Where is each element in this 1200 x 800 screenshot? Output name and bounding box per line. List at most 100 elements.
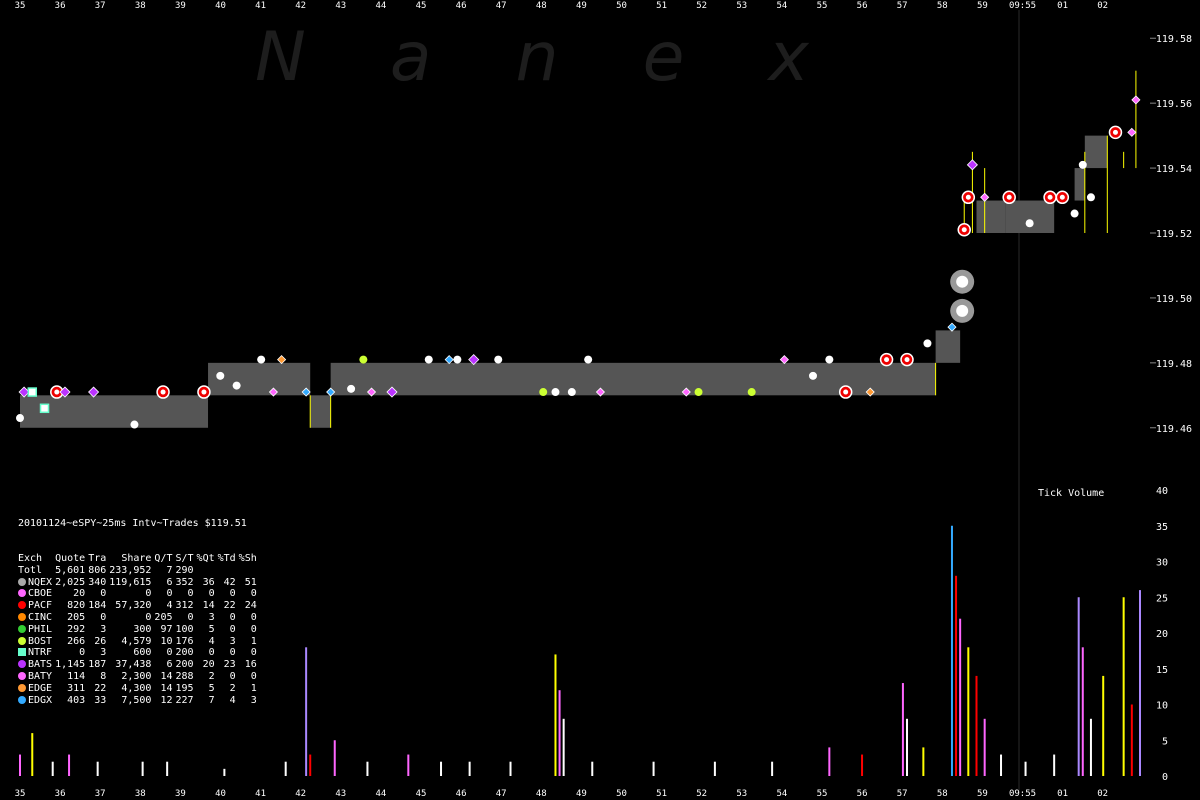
volume-tick-label: 15 (1156, 665, 1168, 676)
trade-marker-edgx (444, 355, 454, 365)
stats-col-pct-qt: %Qt (196, 552, 215, 564)
x-tick-top: 46 (456, 1, 467, 11)
trade-marker-nqex (808, 371, 817, 380)
stats-exchange: BATY (18, 671, 55, 683)
trade-marker-bost (694, 388, 703, 397)
x-tick-top: 48 (536, 1, 547, 11)
trade-marker-nqex (923, 339, 932, 348)
stats-panel: 20101124~eSPY~25ms Intv~Trades $119.51 E… (18, 494, 260, 718)
stats-cell-share: 0 (145, 588, 152, 600)
x-tick-top: 01 (1057, 1, 1068, 11)
stats-col-q-t: Q/T (154, 552, 173, 564)
volume-tick-label: 40 (1156, 486, 1168, 497)
x-tick-top: 47 (496, 1, 507, 11)
stats-exchange: CINC (18, 612, 55, 624)
x-tick-bottom: 55 (817, 789, 828, 799)
tick-volume-label: Tick Volume (1038, 488, 1105, 499)
stats-exchange-label: EDGE (28, 682, 53, 694)
x-tick-bottom: 01 (1057, 789, 1068, 799)
stats-exchange-label: BATY (28, 670, 53, 682)
volume-tick-label: 20 (1156, 629, 1168, 640)
stats-cell-st: 0 (187, 588, 194, 600)
stats-cell-quote: 0 (79, 647, 86, 659)
x-tick-bottom: 43 (335, 789, 346, 799)
trade-marker-nqex (567, 388, 576, 397)
stats-cell-pq: 4 (208, 635, 215, 647)
stats-row-baty: BATY 114 8 2,300 14 288 2 0 0 (18, 671, 260, 683)
stats-cell-quote: 820 (67, 600, 86, 612)
stats-row-edgx: EDGX 403 33 7,500 12 227 7 4 3 (18, 695, 260, 707)
stats-exchange: CBOE (18, 588, 55, 600)
volume-bar (861, 754, 864, 776)
stats-cell-pq (197, 565, 218, 577)
trade-marker-nqex (216, 371, 225, 380)
stats-cell-qt: 205 (154, 611, 173, 623)
legend-marker-cboe (18, 589, 26, 598)
trade-marker-nqex (825, 355, 834, 364)
nbbo-band-segment (310, 395, 331, 428)
stats-cell-st: 195 (175, 682, 194, 694)
nbbo-band-segment (208, 362, 311, 396)
volume-bar (771, 761, 774, 776)
x-tick-bottom: 02 (1097, 789, 1108, 799)
x-tick-top: 55 (817, 1, 828, 11)
x-tick-bottom: 41 (255, 789, 266, 799)
stats-title: 20101124~eSPY~25ms Intv~Trades $119.51 (18, 517, 247, 529)
volume-bar (983, 718, 986, 776)
stats-cell-share: 0 (145, 611, 152, 623)
trade-marker-baty (1127, 127, 1137, 137)
volume-bar (1077, 597, 1080, 776)
volume-bar (901, 683, 904, 776)
stats-cell-pq: 14 (202, 600, 215, 612)
stats-exchange-label: Totl (18, 564, 43, 576)
volume-bar (1053, 754, 1056, 776)
volume-bar (652, 761, 655, 776)
price-tick-label: 119.50 (1156, 294, 1192, 305)
volume-tick-label: 0 (1162, 772, 1168, 783)
volume-bar (51, 761, 54, 776)
stats-row-cinc: CINC 205 0 0 205 0 3 0 0 (18, 612, 260, 624)
stats-exchange-label: CBOE (28, 588, 53, 600)
stats-cell-qt: 0 (166, 647, 173, 659)
legend-marker-edge (18, 683, 26, 692)
trade-marker-pacf-core (160, 389, 166, 395)
x-tick-bottom: 59 (977, 789, 988, 799)
x-tick-top: 56 (857, 1, 868, 11)
stats-cell-quote: 403 (67, 694, 86, 706)
x-tick-top: 51 (656, 1, 667, 11)
trade-marker-nqex (130, 420, 139, 429)
stats-cell-qt: 6 (166, 576, 173, 588)
stats-cell-ps: 0 (250, 670, 257, 682)
stats-cell-qt: 7 (166, 564, 173, 576)
stats-cell-share: 7,500 (121, 694, 152, 706)
x-tick-bottom: 56 (857, 789, 868, 799)
x-tick-bottom: 35 (15, 789, 26, 799)
stats-cell-ps: 3 (250, 694, 257, 706)
trade-marker-nqex (257, 355, 266, 364)
stats-cell-pt: 0 (229, 647, 236, 659)
x-tick-bottom: 36 (55, 789, 66, 799)
volume-bar (223, 768, 226, 776)
volume-tick-label: 10 (1156, 701, 1168, 712)
stats-cell-qt: 14 (160, 670, 173, 682)
trade-marker-baty (779, 355, 789, 365)
trade-marker-pacf-core (1006, 194, 1012, 200)
stats-exchange-label: PACF (28, 600, 53, 612)
volume-bar (713, 761, 716, 776)
volume-bar (440, 761, 443, 776)
stats-cell-pq: 20 (202, 659, 215, 671)
trade-marker-pacf-core (201, 389, 207, 395)
volume-bar (19, 754, 21, 776)
x-tick-bottom: 47 (496, 789, 507, 799)
stats-cell-quote: 311 (67, 682, 86, 694)
stats-cell-pt: 23 (223, 659, 236, 671)
stats-row-bats: BATS 1,145 187 37,438 6 200 20 23 16 (18, 659, 260, 671)
trade-marker-pacf-core (54, 389, 60, 395)
x-tick-top: 40 (215, 1, 226, 11)
trade-marker-bost (359, 355, 368, 364)
volume-tick-label: 35 (1156, 522, 1168, 533)
volume-bar (407, 754, 410, 776)
stats-cell-quote: 266 (67, 635, 86, 647)
x-tick-bottom: 51 (656, 789, 667, 799)
stats-exchange: NQEX (18, 577, 55, 589)
